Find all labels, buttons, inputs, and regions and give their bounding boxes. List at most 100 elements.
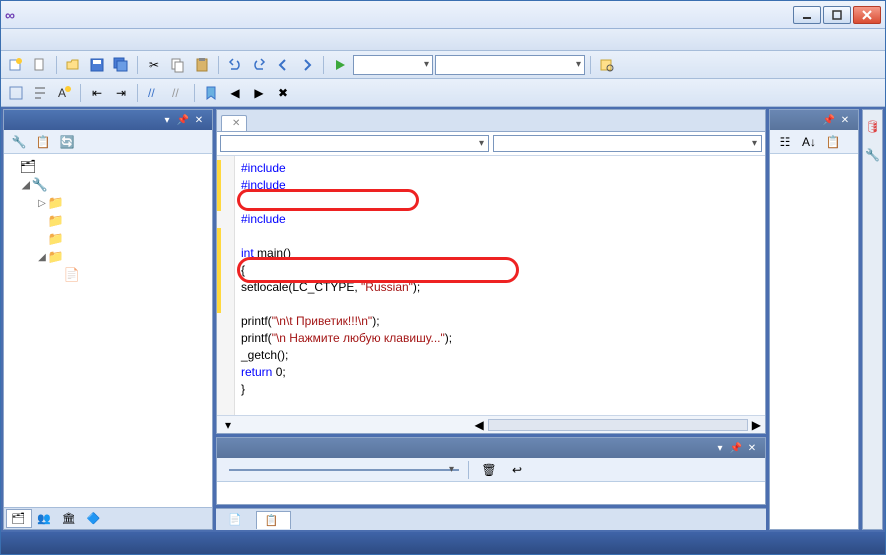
tb2-btn-3[interactable]: A	[53, 82, 75, 104]
paste-button[interactable]	[191, 54, 213, 76]
undo-button[interactable]	[224, 54, 246, 76]
server-explorer-tab[interactable]: 🛢	[866, 118, 880, 133]
dropdown-icon[interactable]: ▾	[713, 441, 727, 455]
close-button[interactable]	[853, 6, 881, 24]
code-content[interactable]: #include #include #include int main() { …	[235, 156, 765, 415]
menu-debug[interactable]	[95, 38, 111, 42]
tb2-comment[interactable]: //	[143, 82, 165, 104]
pin-icon[interactable]: 📌	[729, 441, 743, 455]
main-area: ▾ 📌 ✕ 🔧 📋 🔄 ◢ ▷ ◢ 🗂 👥 🏛 🔷	[1, 107, 885, 532]
se-refresh-button[interactable]: 🔄	[56, 131, 78, 153]
menu-test[interactable]	[185, 38, 201, 42]
minimize-button[interactable]	[793, 6, 821, 24]
add-item-button[interactable]	[29, 54, 51, 76]
menu-file[interactable]	[5, 38, 21, 42]
pin-icon[interactable]: 📌	[176, 113, 190, 127]
redo-button[interactable]	[248, 54, 270, 76]
toolbox-tab[interactable]: 🔧	[866, 147, 880, 162]
menu-team[interactable]	[113, 38, 129, 42]
cut-button[interactable]: ✂	[143, 54, 165, 76]
tab-output[interactable]: 📋	[256, 511, 292, 529]
menu-edit[interactable]	[23, 38, 39, 42]
tb2-indent-in[interactable]: ⇥	[110, 82, 132, 104]
menu-architecture[interactable]	[167, 38, 183, 42]
tb2-bookmark[interactable]	[200, 82, 222, 104]
menu-window[interactable]	[221, 38, 237, 42]
se-tab-3[interactable]: 🏛	[58, 510, 82, 527]
text-editor-toolbar: A ⇤ ⇥ // // ◀ ▶ ✖	[1, 79, 885, 107]
solution-node[interactable]	[8, 158, 208, 176]
nav-back-button[interactable]	[272, 54, 294, 76]
tb2-uncomment[interactable]: //	[167, 82, 189, 104]
props-alphabetical-button[interactable]: A↓	[798, 131, 820, 153]
nav-forward-button[interactable]	[296, 54, 318, 76]
config-combo[interactable]	[353, 55, 433, 75]
save-button[interactable]	[86, 54, 108, 76]
se-tab-2[interactable]: 👥	[33, 510, 57, 527]
new-project-button[interactable]	[5, 54, 27, 76]
props-pages-button[interactable]: 📋	[822, 131, 844, 153]
panel-close-icon[interactable]: ✕	[838, 113, 852, 127]
open-button[interactable]	[62, 54, 84, 76]
platform-combo[interactable]	[435, 55, 585, 75]
props-categorized-button[interactable]: ☷	[774, 131, 796, 153]
project-node[interactable]: ◢	[8, 176, 208, 194]
editor-tab-main-c[interactable]: ✕	[221, 115, 247, 131]
output-source-combo[interactable]	[229, 469, 459, 471]
file-main-c[interactable]	[8, 266, 208, 284]
tab-code-definition[interactable]: 📄	[220, 511, 254, 528]
editor-zoom-bar: ▾ ◀▶	[217, 415, 765, 433]
title-bar	[1, 1, 885, 29]
menu-build[interactable]	[77, 38, 93, 42]
se-tab-1[interactable]: 🗂	[6, 509, 32, 528]
tb2-btn-1[interactable]	[5, 82, 27, 104]
start-debug-button[interactable]	[329, 54, 351, 76]
member-combo[interactable]	[493, 135, 762, 152]
folder-headers[interactable]	[8, 212, 208, 230]
se-properties-button[interactable]: 🔧	[8, 131, 30, 153]
menu-bar	[1, 29, 885, 51]
tb2-btn-2[interactable]	[29, 82, 51, 104]
solution-tree[interactable]: ◢ ▷ ◢	[4, 154, 212, 507]
menu-data[interactable]	[131, 38, 147, 42]
window-buttons	[793, 6, 881, 24]
menu-help[interactable]	[239, 38, 255, 42]
output-clear-button[interactable]: 🗑	[478, 459, 500, 481]
menu-tools[interactable]	[149, 38, 165, 42]
solution-explorer-panel: ▾ 📌 ✕ 🔧 📋 🔄 ◢ ▷ ◢ 🗂 👥 🏛 🔷	[3, 109, 213, 530]
folder-icon	[48, 231, 64, 247]
panel-close-icon[interactable]: ✕	[745, 441, 759, 455]
tb2-bookmark-clear[interactable]: ✖	[272, 82, 294, 104]
properties-grid[interactable]	[770, 154, 858, 529]
folder-external-deps[interactable]: ▷	[8, 194, 208, 212]
hscroll-right[interactable]: ▶	[752, 418, 761, 432]
dropdown-icon[interactable]: ▾	[160, 113, 174, 127]
output-wrap-button[interactable]: ↩	[506, 459, 528, 481]
tab-close-icon[interactable]: ✕	[232, 118, 240, 129]
find-in-files-button[interactable]	[596, 54, 618, 76]
panel-close-icon[interactable]: ✕	[192, 113, 206, 127]
tb2-indent-out[interactable]: ⇤	[86, 82, 108, 104]
hscrollbar[interactable]	[488, 419, 748, 431]
folder-icon	[48, 249, 64, 265]
maximize-button[interactable]	[823, 6, 851, 24]
save-all-button[interactable]	[110, 54, 132, 76]
copy-button[interactable]	[167, 54, 189, 76]
menu-project[interactable]	[59, 38, 75, 42]
folder-source[interactable]	[8, 230, 208, 248]
pin-icon[interactable]: 📌	[822, 113, 836, 127]
project-icon	[32, 177, 48, 193]
solution-icon	[20, 159, 36, 175]
vs-logo-icon	[5, 7, 21, 23]
editor-panel: ✕ #include #include #include int main() …	[216, 109, 766, 434]
menu-view[interactable]	[41, 38, 57, 42]
tb2-bookmark-prev[interactable]: ◀	[224, 82, 246, 104]
scope-combo[interactable]	[220, 135, 489, 152]
folder-resources[interactable]: ◢	[8, 248, 208, 266]
code-editor[interactable]: #include #include #include int main() { …	[217, 156, 765, 415]
se-show-all-button[interactable]: 📋	[32, 131, 54, 153]
se-tab-4[interactable]: 🔷	[83, 510, 107, 527]
tb2-bookmark-next[interactable]: ▶	[248, 82, 270, 104]
hscroll-left[interactable]: ◀	[475, 418, 484, 432]
menu-analyze[interactable]	[203, 38, 219, 42]
